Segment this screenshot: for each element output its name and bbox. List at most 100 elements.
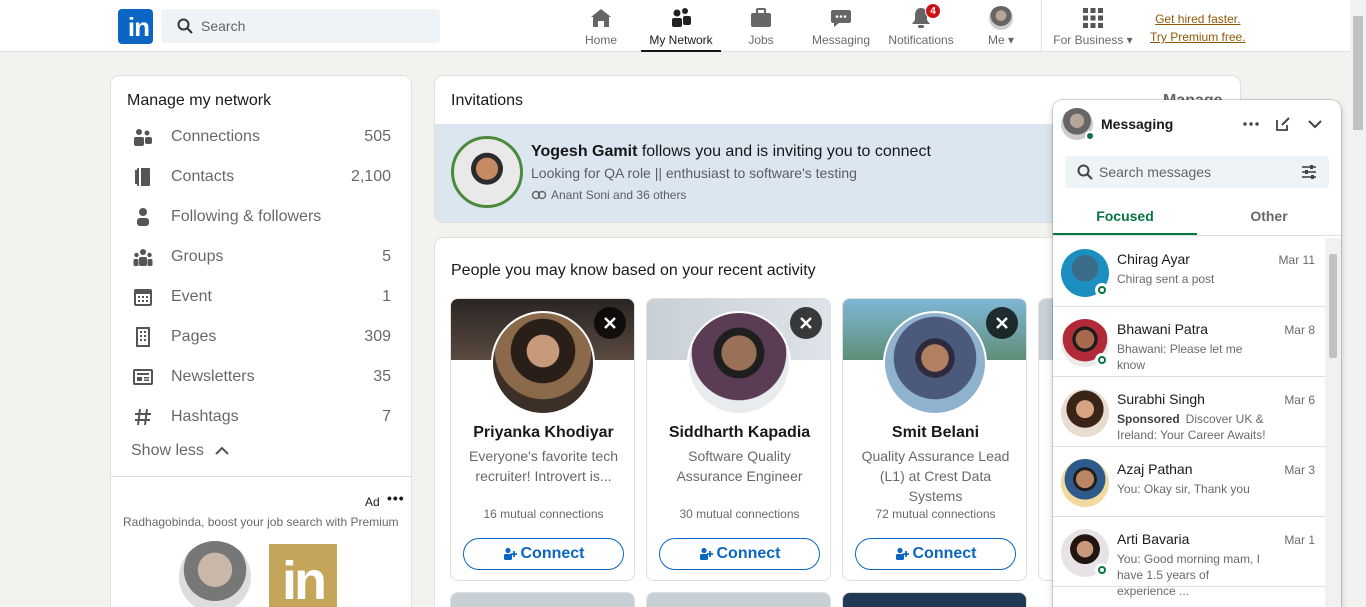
person-icon — [133, 207, 153, 227]
manage-item-label: Connections — [171, 128, 260, 145]
person-card-next-row — [842, 592, 1027, 607]
sponsored-label: Sponsored — [1117, 412, 1180, 426]
conversation-date: Mar 1 — [1284, 533, 1315, 547]
manage-item-pages[interactable]: Pages 309 — [111, 317, 411, 357]
connect-label: Connect — [912, 545, 977, 562]
manage-item-contacts[interactable]: Contacts 2,100 — [111, 157, 411, 197]
conversation-item[interactable]: Surabhi Singh Mar 6 Sponsored Discover UK… — [1053, 377, 1325, 447]
conversation-item[interactable]: Arti Bavaria Mar 1 You: Good morning mam… — [1053, 517, 1325, 598]
conversation-name: Surabhi Singh — [1117, 391, 1205, 407]
invitation-action: follows you and is inviting you to conne… — [637, 143, 931, 160]
person-card[interactable]: Priyanka Khodiyar Everyone's favorite te… — [450, 298, 635, 581]
person-avatar[interactable] — [687, 311, 791, 415]
linkedin-logo[interactable]: in — [118, 9, 153, 44]
home-icon — [589, 6, 613, 30]
inviter-name[interactable]: Yogesh Gamit — [531, 143, 637, 160]
person-name[interactable]: Siddharth Kapadia — [647, 424, 830, 442]
more-options-icon[interactable] — [1235, 108, 1267, 140]
invitations-title: Invitations — [451, 92, 524, 109]
manage-item-event[interactable]: Event 1 — [111, 277, 411, 317]
inviter-avatar[interactable] — [451, 136, 523, 208]
conversation-item[interactable]: Azaj Pathan Mar 3 You: Okay sir, Thank y… — [1053, 447, 1325, 517]
nav-messaging[interactable]: Messaging — [811, 6, 871, 52]
premium-line-2[interactable]: Try Premium free. — [1150, 28, 1246, 46]
person-name[interactable]: Priyanka Khodiyar — [451, 424, 634, 442]
search-input[interactable]: Search — [161, 9, 440, 43]
people-icon — [133, 127, 153, 147]
conversation-preview: You: Okay sir, Thank you — [1117, 482, 1250, 496]
invitation-text: Yogesh Gamit follows you and is inviting… — [531, 143, 931, 161]
scrollbar-thumb[interactable] — [1329, 254, 1337, 358]
compose-icon[interactable] — [1267, 108, 1299, 140]
person-avatar[interactable] — [883, 311, 987, 415]
close-icon — [604, 317, 616, 329]
nav-jobs[interactable]: Jobs — [746, 6, 776, 52]
manage-item-hashtags[interactable]: Hashtags 7 — [111, 397, 411, 437]
person-card[interactable]: Siddharth Kapadia Software Quality Assur… — [646, 298, 831, 581]
dismiss-button[interactable] — [594, 307, 626, 339]
chevron-down-icon: ▾ — [1007, 33, 1015, 47]
connect-button[interactable]: Connect — [855, 538, 1016, 570]
page-scrollbar[interactable] — [1350, 0, 1366, 607]
search-icon — [1077, 164, 1093, 180]
group-icon — [133, 247, 153, 267]
nav-me-label: Me ▾ — [987, 33, 1015, 47]
conversation-item[interactable]: Chirag Ayar Mar 11 Chirag sent a post — [1053, 237, 1325, 307]
messaging-title: Messaging — [1101, 116, 1174, 132]
filter-icon[interactable] — [1301, 165, 1317, 179]
my-avatar — [1061, 108, 1095, 141]
nav-divider — [1041, 0, 1042, 52]
nav-for-business[interactable]: For Business ▾ — [1053, 6, 1133, 52]
conversation-preview: Sponsored Discover UK & Ireland: Your Car… — [1117, 412, 1266, 442]
scrollbar-thumb[interactable] — [1353, 16, 1363, 130]
tab-focused[interactable]: Focused — [1053, 200, 1197, 235]
manage-item-label: Newsletters — [171, 368, 255, 385]
ad-text: Radhagobinda, boost your job search with… — [123, 515, 399, 529]
search-messages-placeholder: Search messages — [1099, 164, 1212, 180]
person-mutual: 72 mutual connections — [875, 507, 996, 521]
chat-icon — [829, 6, 853, 30]
messaging-scrollbar[interactable] — [1325, 238, 1341, 607]
manage-item-newsletters[interactable]: Newsletters 35 — [111, 357, 411, 397]
add-person-icon — [895, 547, 909, 560]
person-card[interactable]: Smit Belani Quality Assurance Lead (L1) … — [842, 298, 1027, 581]
online-status-dot — [1095, 283, 1109, 297]
messaging-header[interactable]: Messaging — [1053, 100, 1341, 148]
person-headline: Everyone's favorite tech recruiter! Intr… — [469, 448, 618, 484]
messaging-panel: Messaging Search messages Focused Other … — [1053, 100, 1341, 607]
premium-line-1[interactable]: Get hired faster. — [1150, 10, 1246, 28]
manage-item-following[interactable]: Following & followers — [111, 197, 411, 237]
search-icon — [177, 18, 193, 34]
person-avatar[interactable] — [491, 311, 595, 415]
show-less-button[interactable]: Show less — [131, 442, 230, 460]
dismiss-button[interactable] — [790, 307, 822, 339]
nav-my-network[interactable]: My Network — [641, 6, 721, 52]
conversation-item[interactable]: Bhawani Patra Mar 8 Bhawani: Please let … — [1053, 307, 1325, 377]
dismiss-button[interactable] — [986, 307, 1018, 339]
premium-upsell[interactable]: Get hired faster. Try Premium free. — [1150, 10, 1246, 46]
connect-button[interactable]: Connect — [659, 538, 820, 570]
more-options-icon[interactable]: ••• — [387, 490, 405, 506]
nav-my-network-label: My Network — [649, 33, 713, 47]
notifications-badge: 4 — [925, 3, 941, 19]
manage-item-count: 5 — [382, 248, 391, 265]
nav-messaging-label: Messaging — [811, 33, 871, 47]
nav-for-business-label: For Business ▾ — [1053, 33, 1133, 47]
manage-item-label: Following & followers — [171, 208, 322, 225]
chevron-down-icon[interactable] — [1299, 108, 1331, 140]
grid-icon — [1081, 6, 1105, 30]
person-name[interactable]: Smit Belani — [843, 424, 1026, 442]
search-messages-input[interactable]: Search messages — [1065, 156, 1329, 188]
nav-notifications[interactable]: 4 Notifications — [887, 3, 955, 52]
manage-item-groups[interactable]: Groups 5 — [111, 237, 411, 277]
manage-item-connections[interactable]: Connections 505 — [111, 117, 411, 157]
pymk-title: People you may know based on your recent… — [451, 262, 816, 279]
connect-button[interactable]: Connect — [463, 538, 624, 570]
tab-other[interactable]: Other — [1197, 200, 1341, 235]
person-headline: Software Quality Assurance Engineer — [676, 448, 803, 484]
nav-home[interactable]: Home — [582, 6, 620, 52]
manage-network-title: Manage my network — [127, 92, 272, 109]
person-mutual: 16 mutual connections — [483, 507, 604, 521]
connect-label: Connect — [520, 545, 585, 562]
nav-me[interactable]: Me ▾ — [984, 6, 1018, 52]
